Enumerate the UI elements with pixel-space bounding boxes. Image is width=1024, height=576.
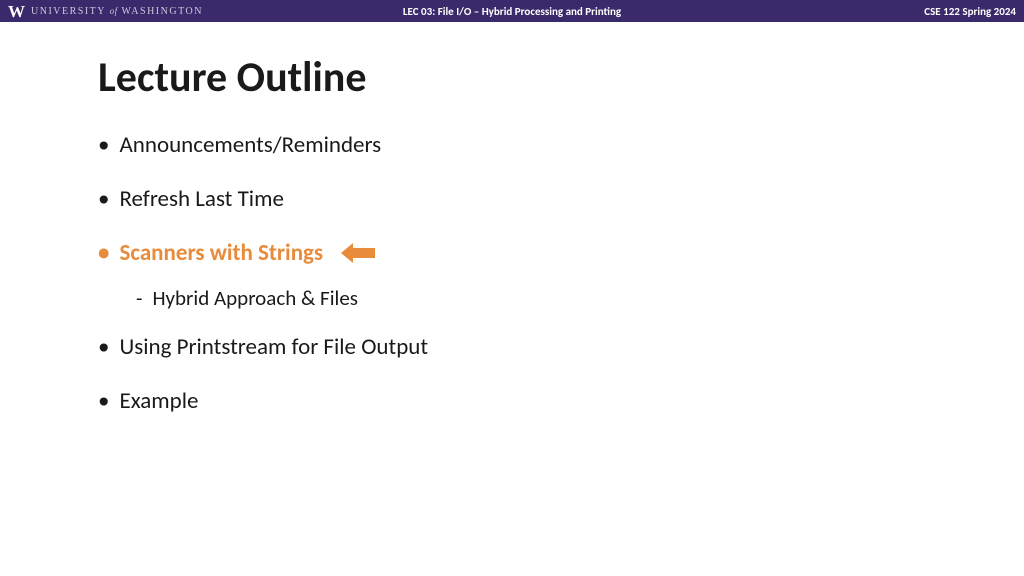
page-title: Lecture Outline — [98, 52, 1024, 103]
university-prefix: UNIVERSITY — [31, 6, 106, 17]
outline-item-label: Using Printstream for File Output — [119, 333, 428, 361]
university-name: UNIVERSITY of WASHINGTON — [31, 6, 203, 17]
current-section-arrow-icon — [341, 243, 375, 263]
outline-item-example: Example — [98, 387, 1024, 415]
outline-sublist: Hybrid Approach & Files — [136, 285, 1024, 311]
slide-header: W UNIVERSITY of WASHINGTON LEC 03: File … — [0, 0, 1024, 22]
university-suffix: WASHINGTON — [121, 6, 202, 17]
outline-item-label: Announcements/Reminders — [119, 131, 381, 159]
outline-list: Announcements/Reminders Refresh Last Tim… — [98, 131, 1024, 415]
outline-item-label: Scanners with Strings — [119, 239, 323, 267]
header-left: W UNIVERSITY of WASHINGTON — [8, 3, 203, 20]
outline-item-printstream: Using Printstream for File Output — [98, 333, 1024, 361]
outline-item-announcements: Announcements/Reminders — [98, 131, 1024, 159]
outline-item-label: Example — [119, 387, 198, 415]
university-of: of — [110, 6, 118, 16]
slide-content: Lecture Outline Announcements/Reminders … — [0, 22, 1024, 415]
outline-item-label: Refresh Last Time — [119, 185, 283, 213]
outline-subitem-hybrid: Hybrid Approach & Files — [136, 285, 1024, 311]
outline-item-scanners: Scanners with Strings — [98, 239, 1024, 267]
course-label: CSE 122 Spring 2024 — [924, 5, 1016, 18]
lecture-title: LEC 03: File I/O – Hybrid Processing and… — [403, 5, 621, 18]
outline-item-refresh: Refresh Last Time — [98, 185, 1024, 213]
outline-subitem-label: Hybrid Approach & Files — [152, 285, 358, 311]
uw-logo-icon: W — [8, 3, 25, 20]
